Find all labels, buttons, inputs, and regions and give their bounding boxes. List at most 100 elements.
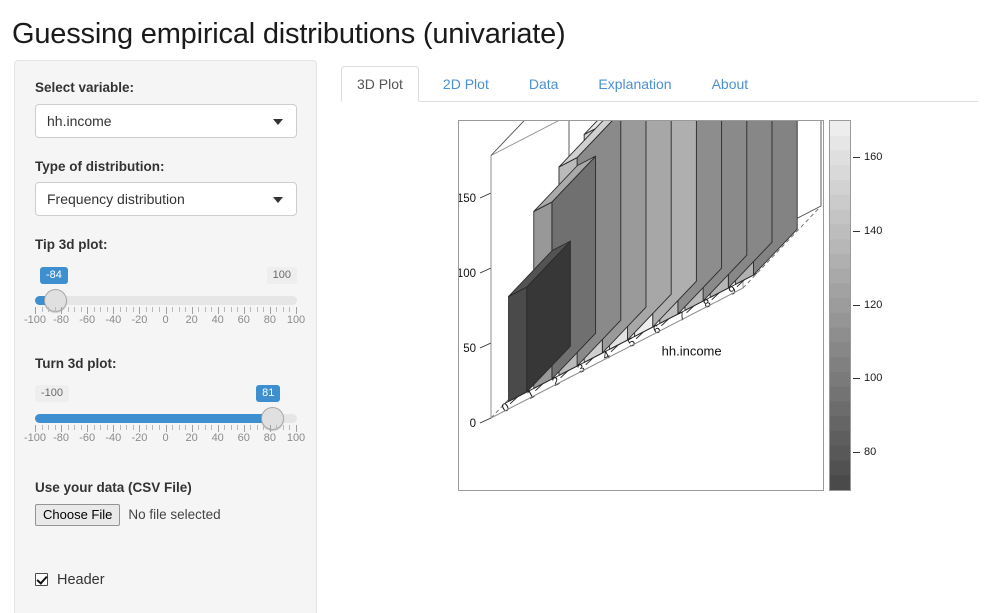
slider-scale-label: 60 [237, 313, 250, 326]
slider-tick [48, 425, 50, 431]
slider-tick [191, 425, 193, 433]
slider-tick [48, 306, 50, 312]
colorbar-gradient [830, 121, 850, 490]
slider-tick [139, 425, 141, 433]
slider-scale-label: -100 [23, 432, 47, 445]
file-status-text: No file selected [128, 507, 221, 523]
slider-tick [152, 306, 154, 312]
slider-tick [61, 306, 63, 314]
slider-tick [132, 425, 134, 431]
tab-3d-plot[interactable]: 3D Plot [341, 66, 419, 102]
csv-upload-label: Use your data (CSV File) [35, 480, 192, 496]
slider-tick [296, 306, 297, 314]
slider-tick [198, 306, 200, 312]
slider-scale-label: -100 [23, 313, 47, 326]
slider-scale-label: 80 [263, 432, 277, 445]
tab-2d-plot[interactable]: 2D Plot [427, 66, 505, 102]
plot-area: 0 50 100 150 0 1 2 3 4 5 6 7 8 9 hh.income 80 100 120 140… [341, 102, 978, 602]
slider-tick [237, 425, 239, 431]
colorbar-tick-label: 160 [864, 150, 883, 163]
tab-bar: 3D Plot 2D Plot Data Explanation About [341, 66, 978, 102]
colorbar-tick-label: 120 [864, 298, 883, 311]
slider-tick [198, 425, 200, 431]
select-variable-label: Select variable: [35, 80, 135, 95]
colorbar-tick [853, 378, 860, 380]
slider-tick [80, 425, 82, 431]
slider-tick [276, 425, 278, 431]
slider-tick [74, 306, 76, 312]
app-root: Guessing empirical distributions (univar… [0, 0, 992, 613]
slider-tick [41, 425, 43, 431]
colorbar-tick-label: 140 [864, 224, 883, 237]
turn-slider-value-bubble: 81 [256, 385, 281, 403]
slider-tick [106, 425, 108, 431]
slider-tick [250, 425, 252, 431]
distribution-type-dropdown[interactable]: Frequency distribution [35, 182, 297, 217]
turn-slider-ticks [35, 425, 297, 433]
slider-tick [269, 306, 271, 314]
colorbar-tick [853, 452, 860, 454]
select-variable-value: hh.income [47, 112, 112, 129]
tip-slider-track[interactable] [35, 295, 297, 305]
slider-tick [93, 306, 95, 312]
turn-slider[interactable]: -100 81 -100 -80 -60 -40 -20 0 20 40 60 80 100 [24, 379, 305, 457]
slider-tick [224, 306, 226, 312]
csv-file-input[interactable]: Choose File No file selected [35, 503, 296, 526]
tab-data[interactable]: Data [513, 66, 575, 102]
slider-scale-label: -40 [105, 313, 122, 326]
tip-slider-value-bubble: -84 [39, 266, 68, 284]
slider-scale-label: 0 [162, 432, 169, 445]
slider-tick [250, 306, 252, 312]
header-checkbox-row[interactable]: Header [35, 572, 296, 588]
slider-tick [145, 425, 147, 431]
slider-scale-label: 40 [211, 313, 224, 326]
slider-tick [230, 425, 232, 431]
svg-text:0: 0 [470, 418, 476, 430]
slider-tick [230, 306, 232, 312]
slider-tick [269, 425, 271, 433]
slider-scale-label: -60 [79, 432, 96, 445]
turn-slider-fill [35, 414, 273, 424]
header-checkbox[interactable] [35, 573, 48, 587]
slider-tick [87, 425, 89, 433]
choose-file-button[interactable]: Choose File [35, 503, 121, 526]
colorbar-tick-label: 100 [864, 372, 883, 385]
svg-text:50: 50 [463, 343, 476, 355]
chevron-down-icon [273, 118, 283, 125]
slider-tick [67, 306, 69, 312]
slider-tick [243, 306, 245, 314]
slider-tick [185, 425, 187, 431]
slider-tick [289, 425, 291, 431]
tip-slider-scale: -100 -80 -60 -40 -20 0 20 40 60 80 100 [24, 313, 305, 328]
slider-tick [172, 306, 174, 312]
slider-tick [106, 306, 108, 312]
slider-tick [35, 306, 36, 314]
slider-tick [113, 425, 115, 433]
slider-tick [80, 306, 82, 312]
turn-slider-label: Turn 3d plot: [35, 355, 117, 371]
slider-scale-label: 20 [185, 313, 198, 326]
slider-tick [172, 425, 174, 431]
slider-tick [224, 425, 226, 431]
colorbar-tick [853, 304, 860, 306]
tip-slider[interactable]: -84 100 -100 -80 -60 -40 -20 0 20 40 60 80 100 [24, 261, 305, 339]
slider-tick [41, 306, 43, 312]
slider-tick [35, 425, 36, 433]
select-variable-dropdown[interactable]: hh.income [35, 103, 297, 138]
tab-explanation[interactable]: Explanation [582, 66, 687, 102]
slider-tick [158, 425, 160, 431]
svg-text:hh.income: hh.income [662, 344, 722, 359]
distribution-type-value: Frequency distribution [47, 191, 185, 208]
tip-slider-max-label: 100 [266, 266, 297, 284]
slider-tick [126, 425, 128, 431]
slider-tick [132, 306, 134, 312]
slider-tick [152, 425, 154, 431]
slider-tick [178, 425, 180, 431]
slider-scale-label: -20 [131, 313, 148, 326]
plot-3d-canvas: 0501001500123456789hh.income [459, 121, 822, 430]
slider-scale-label: 20 [185, 432, 198, 445]
tab-about[interactable]: About [696, 66, 765, 102]
slider-tick [100, 425, 102, 431]
slider-tick [256, 425, 258, 431]
slider-tick [61, 425, 63, 433]
